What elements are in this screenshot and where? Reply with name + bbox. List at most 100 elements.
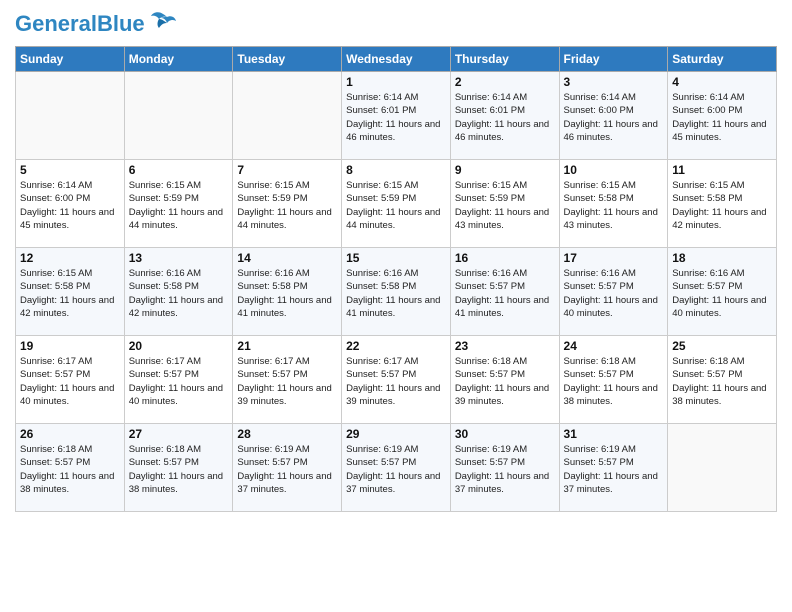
day-cell: 3 Sunrise: 6:14 AMSunset: 6:00 PMDaylight…	[559, 72, 668, 160]
day-cell: 2 Sunrise: 6:14 AMSunset: 6:01 PMDaylight…	[450, 72, 559, 160]
day-info: Sunrise: 6:15 AMSunset: 5:59 PMDaylight:…	[129, 179, 229, 232]
logo-text: GeneralBlue	[15, 13, 145, 35]
day-cell: 24Sunrise: 6:18 AMSunset: 5:57 PMDayligh…	[559, 336, 668, 424]
week-row-4: 19 Sunrise: 6:17 AMSunset: 5:57 PMDayligh…	[16, 336, 777, 424]
weekday-header-tuesday: Tuesday	[233, 47, 342, 72]
day-number: 11	[672, 163, 772, 177]
day-cell: 31 Sunrise: 6:19 AMSunset: 5:57 PMDayligh…	[559, 424, 668, 512]
day-info: Sunrise: 6:15 AMSunset: 5:58 PMDaylight:…	[672, 179, 772, 232]
day-number: 8	[346, 163, 446, 177]
day-info: Sunrise: 6:14 AMSunset: 6:00 PMDaylight:…	[564, 91, 664, 144]
day-info: Sunrise: 6:19 AMSunset: 5:57 PMDaylight:…	[237, 443, 337, 496]
day-number: 12	[20, 251, 120, 265]
day-number: 31	[564, 427, 664, 441]
day-info: Sunrise: 6:19 AMSunset: 5:57 PMDaylight:…	[564, 443, 664, 496]
day-cell	[668, 424, 777, 512]
weekday-header-sunday: Sunday	[16, 47, 125, 72]
day-number: 6	[129, 163, 229, 177]
day-info: Sunrise: 6:14 AMSunset: 6:00 PMDaylight:…	[672, 91, 772, 144]
day-number: 3	[564, 75, 664, 89]
day-cell: 13 Sunrise: 6:16 AMSunset: 5:58 PMDayligh…	[124, 248, 233, 336]
day-info: Sunrise: 6:19 AMSunset: 5:57 PMDaylight:…	[455, 443, 555, 496]
day-cell: 5 Sunrise: 6:14 AMSunset: 6:00 PMDaylight…	[16, 160, 125, 248]
day-cell: 25 Sunrise: 6:18 AMSunset: 5:57 PMDayligh…	[668, 336, 777, 424]
day-number: 13	[129, 251, 229, 265]
weekday-header-monday: Monday	[124, 47, 233, 72]
weekday-header-row: SundayMondayTuesdayWednesdayThursdayFrid…	[16, 47, 777, 72]
day-number: 14	[237, 251, 337, 265]
day-number: 22	[346, 339, 446, 353]
day-info: Sunrise: 6:19 AMSunset: 5:57 PMDaylight:…	[346, 443, 446, 496]
day-cell: 19 Sunrise: 6:17 AMSunset: 5:57 PMDayligh…	[16, 336, 125, 424]
day-cell: 29 Sunrise: 6:19 AMSunset: 5:57 PMDayligh…	[342, 424, 451, 512]
day-info: Sunrise: 6:17 AMSunset: 5:57 PMDaylight:…	[129, 355, 229, 408]
day-number: 7	[237, 163, 337, 177]
day-cell: 7 Sunrise: 6:15 AMSunset: 5:59 PMDaylight…	[233, 160, 342, 248]
day-cell: 4 Sunrise: 6:14 AMSunset: 6:00 PMDaylight…	[668, 72, 777, 160]
day-number: 21	[237, 339, 337, 353]
day-info: Sunrise: 6:14 AMSunset: 6:00 PMDaylight:…	[20, 179, 120, 232]
day-cell: 23Sunrise: 6:18 AMSunset: 5:57 PMDayligh…	[450, 336, 559, 424]
day-info: Sunrise: 6:16 AMSunset: 5:57 PMDaylight:…	[564, 267, 664, 320]
day-info: Sunrise: 6:18 AMSunset: 5:57 PMDaylight:…	[20, 443, 120, 496]
day-number: 4	[672, 75, 772, 89]
day-cell: 30 Sunrise: 6:19 AMSunset: 5:57 PMDayligh…	[450, 424, 559, 512]
logo-general: General	[15, 11, 97, 36]
day-number: 10	[564, 163, 664, 177]
day-number: 16	[455, 251, 555, 265]
day-cell	[124, 72, 233, 160]
day-number: 30	[455, 427, 555, 441]
logo-bird-icon	[149, 10, 177, 38]
day-cell: 16 Sunrise: 6:16 AMSunset: 5:57 PMDayligh…	[450, 248, 559, 336]
day-info: Sunrise: 6:17 AMSunset: 5:57 PMDaylight:…	[20, 355, 120, 408]
day-info: Sunrise: 6:18 AMSunset: 5:57 PMDaylight:…	[672, 355, 772, 408]
week-row-2: 5 Sunrise: 6:14 AMSunset: 6:00 PMDaylight…	[16, 160, 777, 248]
day-cell: 15 Sunrise: 6:16 AMSunset: 5:58 PMDayligh…	[342, 248, 451, 336]
day-info: Sunrise: 6:17 AMSunset: 5:57 PMDaylight:…	[346, 355, 446, 408]
day-number: 20	[129, 339, 229, 353]
day-cell: 10Sunrise: 6:15 AMSunset: 5:58 PMDayligh…	[559, 160, 668, 248]
day-number: 2	[455, 75, 555, 89]
week-row-5: 26 Sunrise: 6:18 AMSunset: 5:57 PMDayligh…	[16, 424, 777, 512]
day-cell: 14 Sunrise: 6:16 AMSunset: 5:58 PMDayligh…	[233, 248, 342, 336]
day-number: 25	[672, 339, 772, 353]
day-cell: 9Sunrise: 6:15 AMSunset: 5:59 PMDaylight…	[450, 160, 559, 248]
page-header: GeneralBlue	[15, 10, 777, 38]
day-cell: 26 Sunrise: 6:18 AMSunset: 5:57 PMDayligh…	[16, 424, 125, 512]
weekday-header-thursday: Thursday	[450, 47, 559, 72]
day-info: Sunrise: 6:16 AMSunset: 5:57 PMDaylight:…	[672, 267, 772, 320]
day-cell	[233, 72, 342, 160]
day-info: Sunrise: 6:15 AMSunset: 5:59 PMDaylight:…	[237, 179, 337, 232]
day-info: Sunrise: 6:18 AMSunset: 5:57 PMDaylight:…	[564, 355, 664, 408]
day-info: Sunrise: 6:16 AMSunset: 5:58 PMDaylight:…	[346, 267, 446, 320]
day-info: Sunrise: 6:18 AMSunset: 5:57 PMDaylight:…	[455, 355, 555, 408]
day-cell: 6 Sunrise: 6:15 AMSunset: 5:59 PMDaylight…	[124, 160, 233, 248]
day-cell: 8Sunrise: 6:15 AMSunset: 5:59 PMDaylight…	[342, 160, 451, 248]
day-number: 28	[237, 427, 337, 441]
day-number: 15	[346, 251, 446, 265]
week-row-1: 1 Sunrise: 6:14 AMSunset: 6:01 PMDaylight…	[16, 72, 777, 160]
day-info: Sunrise: 6:16 AMSunset: 5:58 PMDaylight:…	[129, 267, 229, 320]
day-cell: 20 Sunrise: 6:17 AMSunset: 5:57 PMDayligh…	[124, 336, 233, 424]
calendar-table: SundayMondayTuesdayWednesdayThursdayFrid…	[15, 46, 777, 512]
day-info: Sunrise: 6:16 AMSunset: 5:57 PMDaylight:…	[455, 267, 555, 320]
weekday-header-saturday: Saturday	[668, 47, 777, 72]
day-number: 9	[455, 163, 555, 177]
week-row-3: 12 Sunrise: 6:15 AMSunset: 5:58 PMDayligh…	[16, 248, 777, 336]
day-number: 19	[20, 339, 120, 353]
day-cell: 17Sunrise: 6:16 AMSunset: 5:57 PMDayligh…	[559, 248, 668, 336]
day-info: Sunrise: 6:17 AMSunset: 5:57 PMDaylight:…	[237, 355, 337, 408]
day-number: 29	[346, 427, 446, 441]
day-cell: 1Sunrise: 6:14 AMSunset: 6:01 PMDaylight…	[342, 72, 451, 160]
day-number: 26	[20, 427, 120, 441]
day-info: Sunrise: 6:15 AMSunset: 5:58 PMDaylight:…	[20, 267, 120, 320]
weekday-header-wednesday: Wednesday	[342, 47, 451, 72]
day-number: 1	[346, 75, 446, 89]
day-info: Sunrise: 6:16 AMSunset: 5:58 PMDaylight:…	[237, 267, 337, 320]
day-number: 5	[20, 163, 120, 177]
day-number: 27	[129, 427, 229, 441]
logo-blue: Blue	[97, 11, 145, 36]
day-cell: 12 Sunrise: 6:15 AMSunset: 5:58 PMDayligh…	[16, 248, 125, 336]
day-cell	[16, 72, 125, 160]
day-info: Sunrise: 6:14 AMSunset: 6:01 PMDaylight:…	[455, 91, 555, 144]
